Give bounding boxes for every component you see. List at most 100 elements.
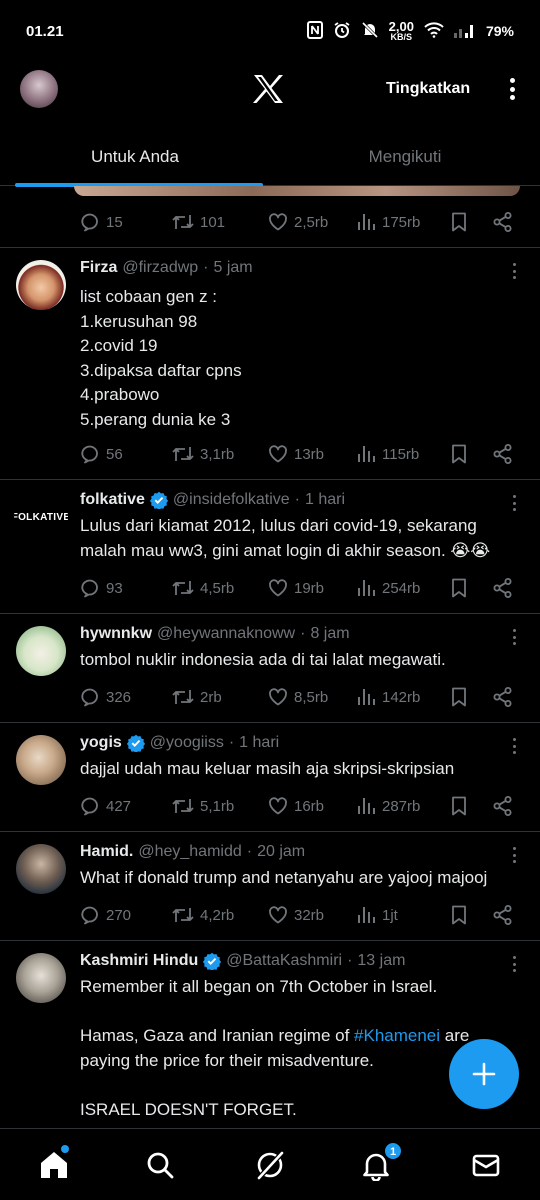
author-name[interactable]: Kashmiri Hindu [80,952,198,970]
heart-icon [269,797,287,815]
tweet-avatar[interactable] [16,844,66,894]
nav-home[interactable] [38,1145,70,1181]
like-count: 32rb [294,906,325,924]
share-button[interactable] [492,577,514,599]
like-button[interactable]: 19rb [268,578,324,598]
compose-post-button[interactable] [449,1039,519,1109]
reply-button[interactable]: 15 [80,212,123,232]
repost-button[interactable]: 101 [172,212,225,232]
tweet-more-icon[interactable] [508,495,520,511]
reply-button[interactable]: 427 [80,796,131,816]
reply-icon [81,579,98,598]
like-button[interactable]: 32rb [268,905,324,925]
tweet-text-line: 2.covid 19 [80,336,158,355]
bookmark-button[interactable] [450,444,468,464]
tweet-text-fragment: are [440,1026,470,1045]
reply-button[interactable]: 326 [80,687,131,707]
bookmark-button[interactable] [450,687,468,707]
author-name[interactable]: Firza [80,259,117,277]
tweet-time[interactable]: 8 jam [310,625,349,643]
tweet-more-icon[interactable] [508,263,520,279]
author-name[interactable]: folkative [80,491,145,509]
tweet-text-line: Lulus dari kiamat 2012, lulus dari covid… [80,516,477,535]
reply-button[interactable]: 93 [80,578,123,598]
separator-dot: · [300,625,306,642]
plus-icon [472,1062,496,1086]
share-button[interactable] [492,211,514,233]
author-handle[interactable]: @firzadwp [122,259,198,277]
views-button[interactable]: 254rb [356,578,420,598]
separator-dot: · [246,843,253,860]
tweet-avatar[interactable]: FOLKATIVE [14,492,68,542]
views-button[interactable]: 115rb [356,444,419,464]
author-handle[interactable]: @BattaKashmiri [226,952,342,970]
author-handle[interactable]: @heywannaknoww [157,625,295,643]
tweet-avatar[interactable] [16,735,66,785]
nav-grok[interactable] [254,1149,286,1181]
tab-for-you[interactable]: Untuk Anda [0,128,270,187]
share-button[interactable] [492,443,514,465]
nav-messages[interactable] [470,1149,502,1181]
hashtag-link[interactable]: #Khamenei [354,1026,440,1045]
tab-following[interactable]: Mengikuti [270,128,540,185]
tweet-time[interactable]: 1 hari [239,734,279,752]
reply-button[interactable]: 270 [80,905,131,925]
bookmark-button[interactable] [450,796,468,816]
repost-button[interactable]: 4,5rb [172,578,234,598]
tweet-more-icon[interactable] [508,629,520,645]
bookmark-button[interactable] [450,905,468,925]
views-button[interactable]: 1jt [356,905,398,925]
author-handle[interactable]: @yoogiiss [150,734,224,752]
tweet-avatar[interactable] [16,626,66,676]
tweet-text-line: tombol nuklir indonesia ada di tai lalat… [80,650,446,669]
divider [0,940,540,941]
tweet-time[interactable]: 20 jam [257,843,305,861]
tweet-avatar[interactable] [16,953,66,1003]
tweet-more-icon[interactable] [508,847,520,863]
upgrade-button[interactable]: Tingkatkan [386,80,470,98]
like-button[interactable]: 8,5rb [268,687,328,707]
views-button[interactable]: 287rb [356,796,420,816]
share-button[interactable] [492,686,514,708]
like-button[interactable]: 16rb [268,796,324,816]
tweet-time[interactable]: 1 hari [305,491,345,509]
repost-button[interactable]: 4,2rb [172,905,234,925]
like-button[interactable]: 13rb [268,444,324,464]
repost-count: 4,5rb [200,579,235,597]
repost-button[interactable]: 3,1rb [172,444,234,464]
reply-icon [81,688,98,707]
views-button[interactable]: 142rb [356,687,420,707]
more-options-icon[interactable] [504,74,520,104]
nav-search[interactable] [144,1149,176,1181]
x-logo-icon[interactable] [252,74,284,109]
tweet-avatar[interactable] [16,260,66,310]
author-name[interactable]: yogis [80,734,122,752]
author-name[interactable]: hywnnkw [80,625,152,643]
post-media-image[interactable] [74,186,520,196]
bookmark-button[interactable] [450,578,468,598]
bookmark-icon [452,578,466,598]
tweet-more-icon[interactable] [508,738,520,754]
author-name[interactable]: Hamid. [80,843,133,861]
bookmark-button[interactable] [450,212,468,232]
share-button[interactable] [492,795,514,817]
repost-button[interactable]: 5,1rb [172,796,234,816]
repost-button[interactable]: 2rb [172,687,222,707]
nav-notifications[interactable]: 1 [360,1142,402,1182]
share-icon [493,905,512,925]
tweet-more-icon[interactable] [508,956,520,972]
tweet-time[interactable]: 5 jam [214,259,253,277]
author-handle[interactable]: @insidefolkative [173,491,290,509]
reply-button[interactable]: 56 [80,444,123,464]
profile-avatar[interactable] [20,70,58,108]
repost-count: 101 [200,213,226,231]
battery-level: 79% [485,23,514,39]
views-button[interactable]: 175rb [356,212,420,232]
tweet-time[interactable]: 13 jam [357,952,405,970]
like-button[interactable]: 2,5rb [268,212,328,232]
tab-for-you-label: Untuk Anda [91,147,179,166]
heart-icon [269,906,287,924]
share-button[interactable] [492,904,514,926]
author-handle[interactable]: @hey_hamidd [138,843,241,861]
net-speed-value: 2,00 [388,18,414,34]
